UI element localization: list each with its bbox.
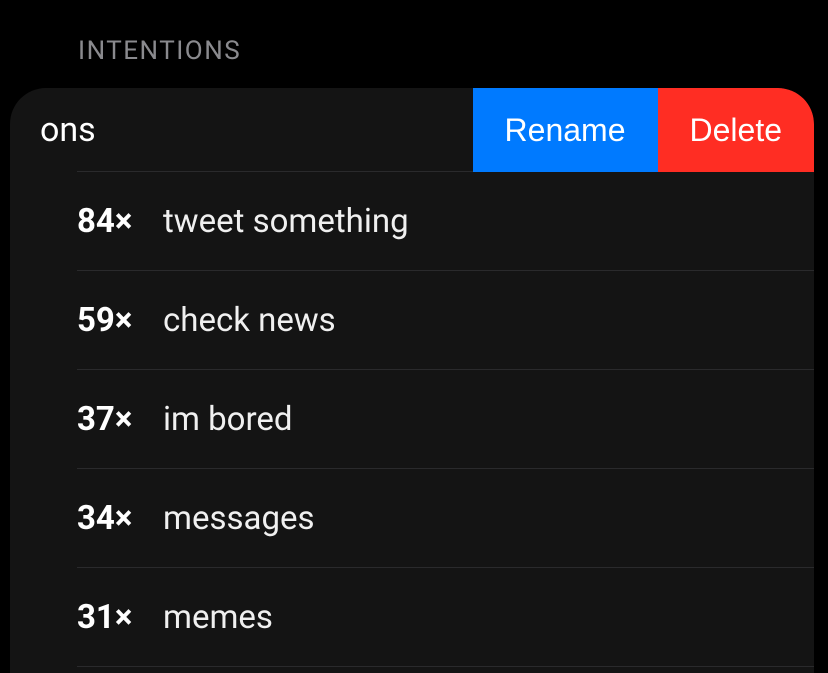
item-label: memes xyxy=(163,598,273,637)
intentions-card: ons Rename Delete 84× tweet something 59… xyxy=(10,88,814,673)
item-label: messages xyxy=(163,499,315,538)
item-count: 37× xyxy=(77,400,141,439)
section-header: INTENTIONS xyxy=(78,36,241,66)
list-item[interactable]: 31× memes xyxy=(77,568,814,667)
item-count: 84× xyxy=(77,202,141,241)
list-item[interactable]: 37× im bored xyxy=(77,370,814,469)
delete-button[interactable]: Delete xyxy=(658,88,815,172)
intentions-list: 84× tweet something 59× check news 37× i… xyxy=(77,172,814,667)
rename-button[interactable]: Rename xyxy=(473,88,658,172)
swipe-row-truncated-text: ons xyxy=(40,110,96,150)
swipe-actions: Rename Delete xyxy=(473,88,814,172)
item-count: 31× xyxy=(77,598,141,637)
swipe-row-active[interactable]: ons Rename Delete xyxy=(77,88,814,172)
list-item[interactable]: 84× tweet something xyxy=(77,172,814,271)
list-item[interactable]: 59× check news xyxy=(77,271,814,370)
list-item[interactable]: 34× messages xyxy=(77,469,814,568)
item-label: im bored xyxy=(163,400,293,439)
item-count: 34× xyxy=(77,499,141,538)
item-count: 59× xyxy=(77,301,141,340)
item-label: check news xyxy=(163,301,336,340)
item-label: tweet something xyxy=(163,202,409,241)
